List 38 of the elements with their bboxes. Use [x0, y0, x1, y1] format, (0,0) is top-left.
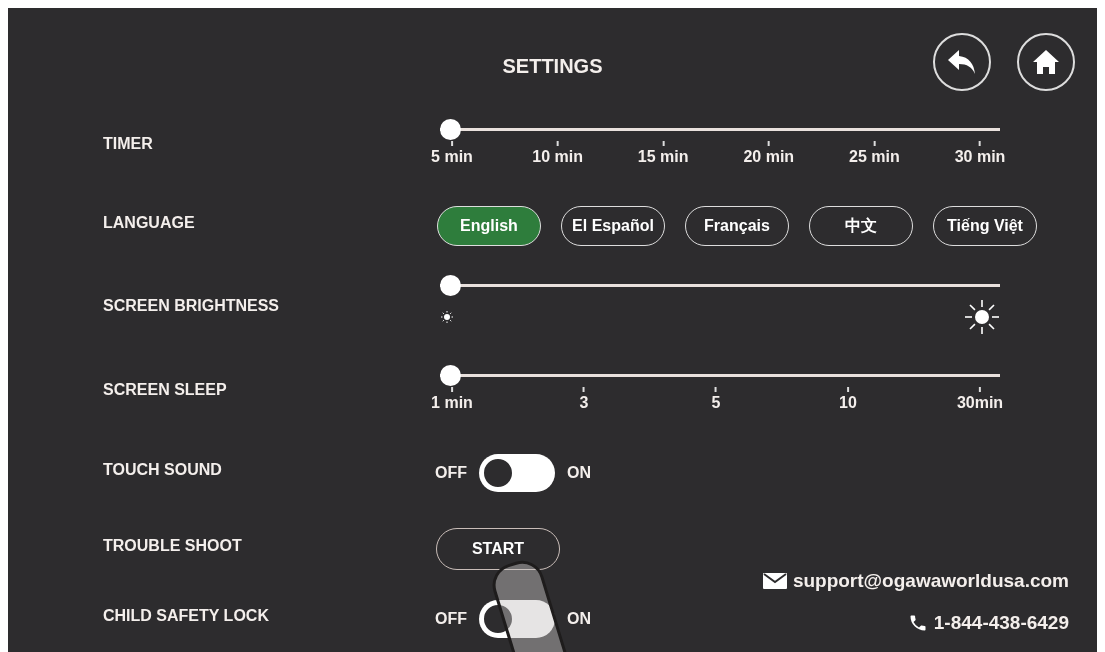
tick-label: 3	[579, 394, 589, 412]
slider-thumb[interactable]	[440, 119, 461, 140]
tick-label: 5 min	[431, 148, 473, 166]
envelope-icon	[762, 573, 787, 589]
toggle-switch[interactable]	[479, 599, 555, 638]
slider-thumb[interactable]	[440, 365, 461, 386]
back-arrow-icon	[947, 49, 977, 75]
off-label: OFF	[435, 464, 467, 482]
tick-label: 10	[839, 394, 857, 412]
tick-label: 5	[711, 394, 721, 412]
tick-label: 1 min	[431, 394, 473, 412]
off-label: OFF	[435, 609, 467, 628]
tick-label: 25 min	[849, 148, 900, 166]
setting-label: CHILD SAFETY LOCK	[102, 606, 270, 625]
tick-label: 15 min	[637, 148, 689, 166]
page-title: SETTINGS	[502, 54, 603, 78]
on-label: ON	[567, 464, 591, 482]
tick-label: 30 min	[954, 148, 1006, 166]
setting-label: SCREEN SLEEP	[102, 380, 228, 399]
support-phone: 1-844-438-6429	[933, 612, 1069, 634]
tick-label: 30min	[956, 394, 1004, 412]
support-email: support@ogawaworldusa.com	[792, 570, 1069, 592]
tick-label: 20 min	[743, 148, 795, 166]
home-button[interactable]	[1017, 33, 1075, 91]
toggle-switch[interactable]	[479, 454, 555, 492]
setting-label: TOUCH SOUND	[102, 461, 223, 479]
bright-sun-icon	[964, 298, 1000, 335]
dim-sun-icon	[440, 309, 454, 324]
setting-label: TIMER	[102, 134, 154, 153]
home-icon	[1032, 49, 1060, 75]
setting-label: LANGUAGE	[102, 214, 196, 232]
slider-thumb[interactable]	[440, 274, 461, 296]
tick-label: 10 min	[532, 148, 583, 166]
setting-label: SCREEN BRIGHTNESS	[102, 297, 281, 315]
back-button[interactable]	[933, 33, 991, 91]
language-option[interactable]: English	[437, 206, 541, 246]
on-label: ON	[567, 609, 591, 628]
setting-label: TROUBLE SHOOT	[102, 536, 243, 555]
